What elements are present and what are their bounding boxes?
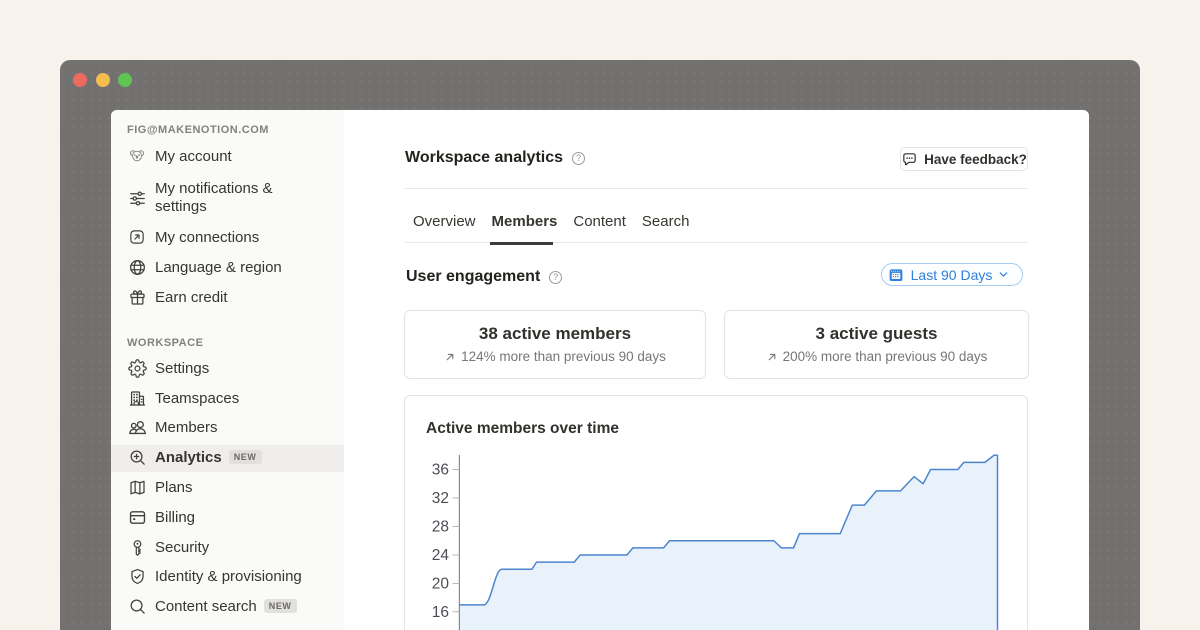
svg-text:24: 24 bbox=[432, 547, 450, 564]
svg-text:36: 36 bbox=[432, 462, 449, 479]
svg-text:32: 32 bbox=[432, 490, 449, 507]
svg-text:20: 20 bbox=[432, 576, 450, 593]
svg-text:28: 28 bbox=[432, 519, 449, 536]
svg-text:16: 16 bbox=[432, 604, 449, 621]
